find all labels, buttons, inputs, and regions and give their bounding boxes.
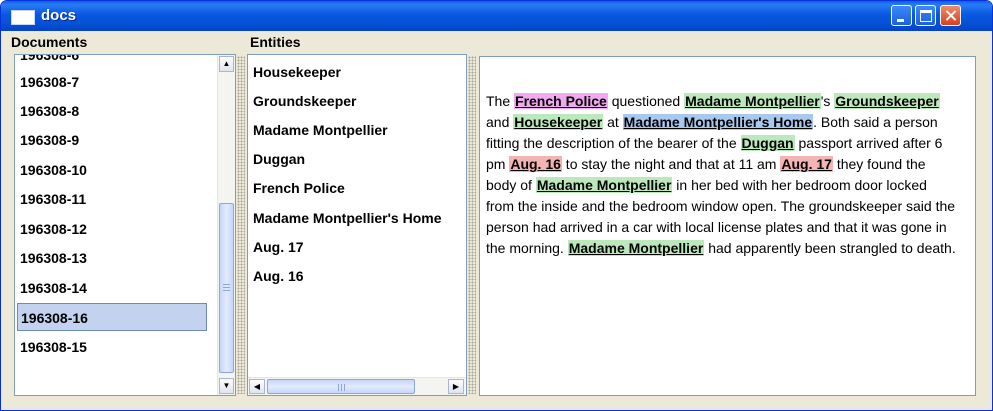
text-segment: had apparently been strangled to death. — [704, 240, 956, 256]
list-item[interactable]: 196308-13 — [20, 248, 87, 268]
entity-highlight-person[interactable]: Madame Montpellier — [567, 240, 705, 256]
entity-highlight-person[interactable]: Groundskeeper — [834, 93, 940, 109]
entity-highlight-person[interactable]: Madame Montpellier — [684, 93, 821, 109]
list-item[interactable]: 196308-15 — [20, 337, 87, 357]
window-title: docs — [41, 7, 77, 24]
list-item-selected[interactable]: 196308-16 — [17, 303, 207, 331]
document-text-pane[interactable]: The French Police questioned Madame Mont… — [479, 56, 976, 396]
list-item[interactable]: 196308-14 — [20, 278, 87, 298]
scroll-thumb[interactable] — [267, 379, 415, 394]
title-bar[interactable]: docs — [1, 1, 992, 31]
entity-highlight-person[interactable]: Duggan — [740, 135, 795, 151]
list-item[interactable]: Housekeeper — [253, 62, 341, 82]
list-item[interactable]: 196308-10 — [20, 160, 87, 180]
entities-list[interactable]: Housekeeper Groundskeeper Madame Montpel… — [247, 54, 467, 396]
scroll-grip-line — [223, 290, 230, 291]
list-item[interactable]: Duggan — [253, 149, 305, 169]
scroll-grip-line — [223, 284, 230, 285]
scroll-up-arrow-icon[interactable]: ▲ — [219, 56, 234, 72]
entity-highlight-organization[interactable]: French Police — [514, 93, 608, 109]
documents-header: Documents — [11, 34, 88, 50]
split-pane-divider[interactable] — [237, 56, 245, 394]
documents-vertical-scrollbar[interactable]: ▲ ▼ — [217, 55, 235, 395]
list-item[interactable]: 196308-11 — [20, 189, 86, 209]
list-item[interactable]: Groundskeeper — [253, 91, 356, 111]
list-item[interactable]: 196308-9 — [20, 130, 79, 150]
text-segment: to stay the night and that at 11 am — [561, 156, 781, 172]
docs-window: docs Documents Entities 196308-6 196308-… — [0, 0, 993, 411]
minimize-icon[interactable] — [891, 5, 912, 26]
list-item[interactable]: 196308-8 — [20, 101, 79, 121]
scroll-grip-line — [338, 384, 339, 391]
documents-list[interactable]: 196308-6 196308-7 196308-8 196308-9 1963… — [14, 54, 236, 396]
split-pane-divider[interactable] — [468, 56, 476, 394]
text-segment: questioned — [607, 93, 685, 109]
entity-highlight-date[interactable]: Aug. 16 — [509, 156, 562, 172]
entities-horizontal-scrollbar[interactable]: ◀ ▶ — [248, 377, 466, 395]
text-segment: and — [486, 114, 514, 130]
list-item[interactable]: 196308-6 — [20, 55, 79, 65]
list-item[interactable]: Madame Montpellier's Home — [253, 208, 441, 228]
list-item[interactable]: 196308-7 — [20, 72, 79, 92]
list-item[interactable]: French Police — [253, 178, 345, 198]
entity-highlight-person[interactable]: Housekeeper — [513, 114, 604, 130]
text-segment: at — [603, 114, 623, 130]
scroll-left-arrow-icon[interactable]: ◀ — [249, 379, 265, 394]
window-app-icon — [11, 10, 35, 25]
scroll-thumb[interactable] — [219, 203, 234, 373]
text-segment: The — [486, 93, 515, 109]
list-item[interactable]: Madame Montpellier — [253, 120, 388, 140]
entities-header: Entities — [250, 34, 301, 50]
entity-highlight-date[interactable]: Aug. 17 — [780, 156, 833, 172]
list-item[interactable]: Aug. 17 — [253, 237, 304, 257]
list-item[interactable]: 196308-12 — [20, 219, 87, 239]
entity-highlight-person[interactable]: Madame Montpellier — [535, 177, 673, 193]
annotated-document-text: The French Police questioned Madame Mont… — [486, 91, 956, 259]
scroll-grip-line — [341, 384, 342, 391]
scroll-right-arrow-icon[interactable]: ▶ — [448, 379, 464, 394]
text-segment: 's — [820, 93, 835, 109]
close-icon[interactable] — [940, 5, 961, 26]
entity-highlight-location[interactable]: Madame Montpellier's Home — [622, 114, 814, 130]
scroll-grip-line — [344, 384, 345, 391]
list-item[interactable]: Aug. 16 — [253, 266, 304, 286]
scroll-grip-line — [223, 287, 230, 288]
maximize-icon[interactable] — [915, 5, 936, 26]
scroll-down-arrow-icon[interactable]: ▼ — [219, 378, 234, 394]
